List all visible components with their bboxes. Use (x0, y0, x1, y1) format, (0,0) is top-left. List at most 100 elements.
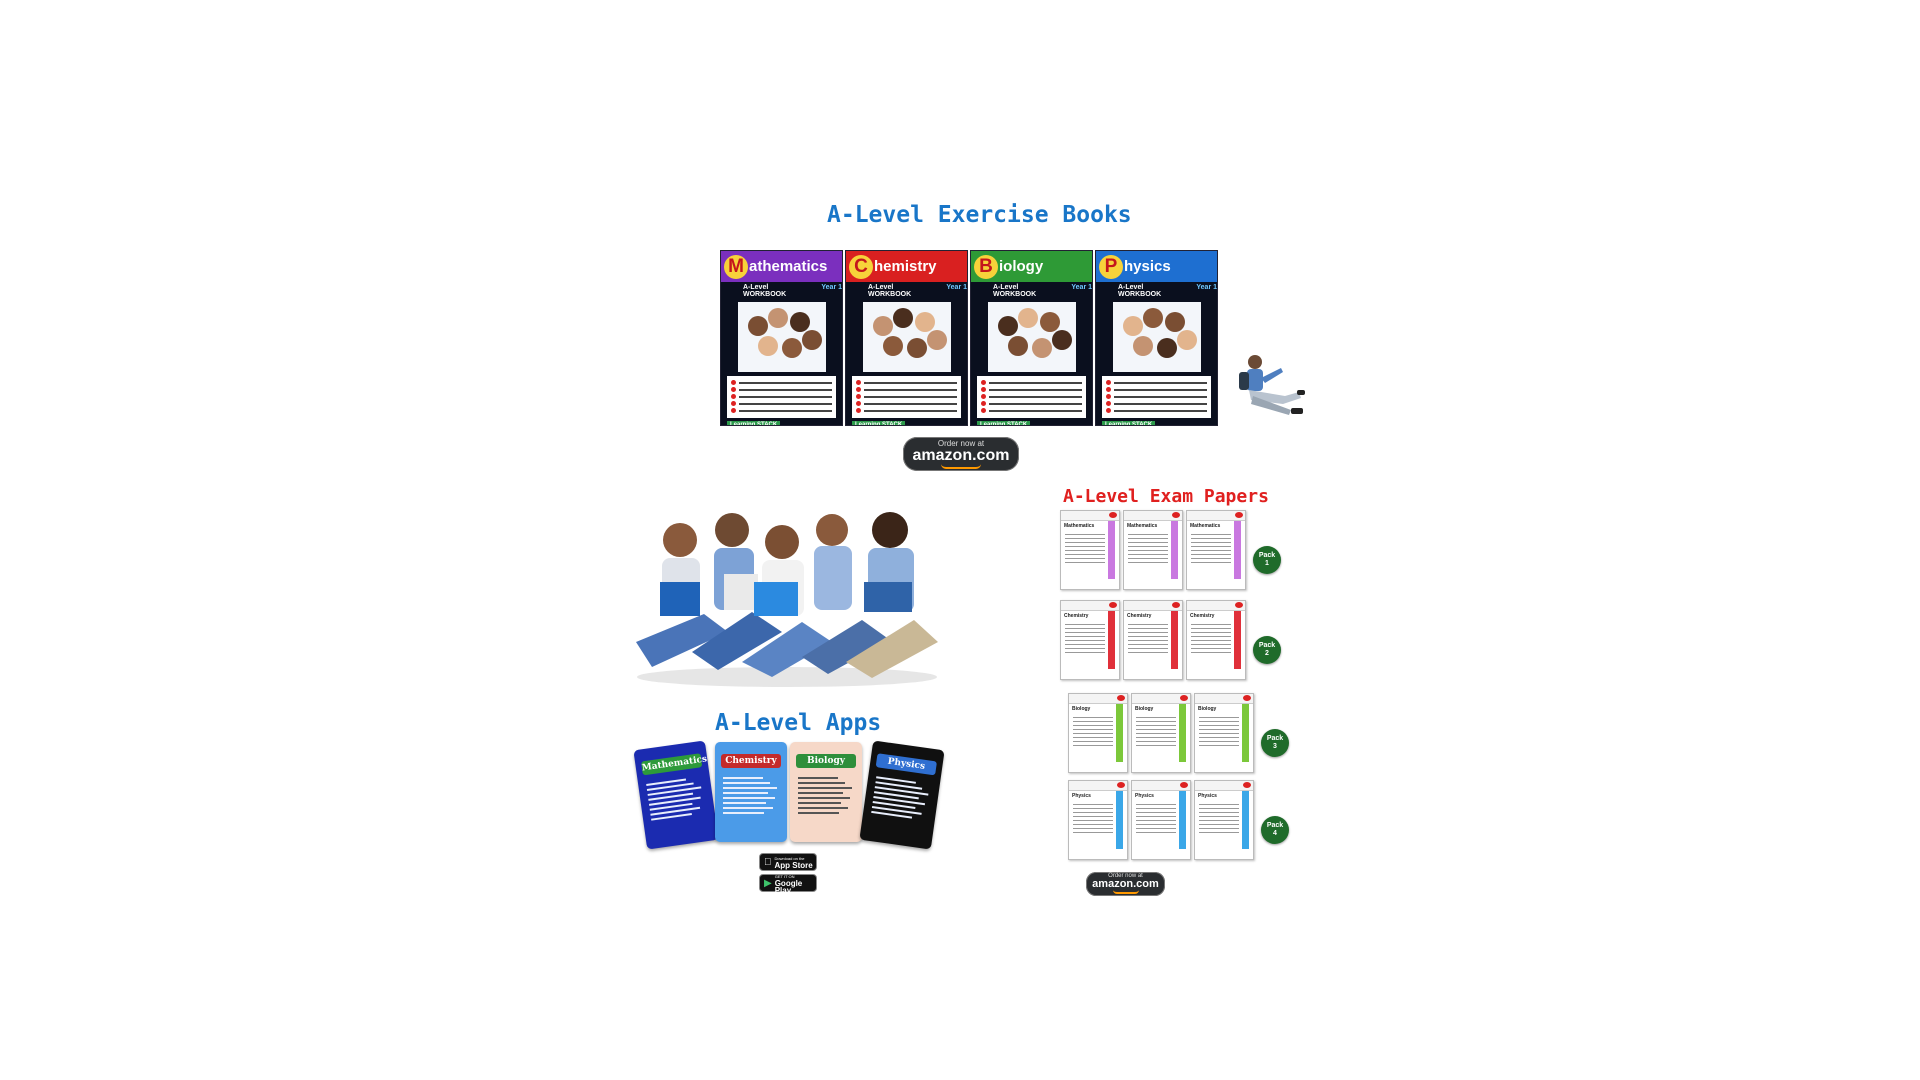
workbook-feature-list (727, 376, 836, 418)
exam-paper: Physics (1131, 780, 1191, 860)
exam-paper: Chemistry (1123, 600, 1183, 680)
bullet-icon (856, 408, 861, 413)
student-face (801, 330, 822, 350)
feature-line (864, 381, 957, 384)
workbook-subtitle: A-Level WORKBOOK Year 1 (721, 282, 842, 300)
feature-line (739, 409, 832, 412)
feature-line (739, 402, 832, 405)
paper-logo-icon (1109, 602, 1117, 608)
paper-text-line (1128, 562, 1168, 563)
bullet-icon (856, 387, 861, 392)
paper-text-line (1065, 632, 1105, 633)
paper-text-line (1128, 628, 1168, 629)
app-card[interactable]: Physics (859, 740, 945, 850)
feature-row (981, 379, 1082, 386)
paper-text-line (1065, 558, 1105, 559)
feature-row (731, 393, 832, 400)
paper-text-line (1199, 733, 1239, 734)
feature-line (864, 409, 957, 412)
student-face (914, 312, 935, 332)
exam-paper: Chemistry (1060, 600, 1120, 680)
workbook-photo (862, 302, 951, 372)
bullet-icon (981, 380, 986, 385)
amazon-smile-icon (1112, 890, 1139, 894)
exam-pack[interactable]: Physics Physics Physics Pack 4 (1068, 780, 1289, 862)
paper-logo-icon (1235, 512, 1243, 518)
google-play-button[interactable]: ▶ GET IT ON Google Play (759, 874, 817, 895)
paper-text-line (1191, 644, 1231, 645)
paper-stripe (1234, 611, 1241, 669)
paper-text-line (1136, 832, 1176, 833)
app-card-line (723, 802, 766, 804)
bullet-icon (856, 380, 861, 385)
feature-row (731, 400, 832, 407)
pack-number: 4 (1273, 830, 1277, 837)
paper-text-line (1199, 832, 1239, 833)
student-face (1031, 338, 1052, 358)
app-card[interactable]: Biology (790, 742, 862, 842)
feature-line (1114, 381, 1207, 384)
bullet-icon (856, 394, 861, 399)
student-face (1039, 312, 1060, 332)
paper-text-line (1128, 538, 1168, 539)
pack-label: Pack (1258, 552, 1276, 559)
exam-pack[interactable]: Chemistry Chemistry Chemistry Pack 2 (1060, 600, 1281, 682)
paper-text-line (1128, 636, 1168, 637)
feature-row (1106, 407, 1207, 414)
workbook-header: Physics (1096, 251, 1217, 282)
app-card[interactable]: Chemistry (715, 742, 787, 842)
paper-text-line (1191, 538, 1231, 539)
paper-text-line (1073, 816, 1113, 817)
pack-badge: Pack 2 (1253, 636, 1281, 664)
exam-pack[interactable]: Mathematics Mathematics Mathematics Pack 1 (1060, 510, 1281, 592)
paper-text-line (1073, 725, 1113, 726)
student-face (781, 338, 802, 358)
workbook-cover[interactable]: Chemistry A-Level WORKBOOK Year 1 Learning … (845, 250, 968, 426)
workbook-cover[interactable]: Physics A-Level WORKBOOK Year 1 Learning ST… (1095, 250, 1218, 426)
bullet-icon (1106, 380, 1111, 385)
workbook-header: Chemistry (846, 251, 967, 282)
pack-badge: Pack 4 (1261, 816, 1289, 844)
workbook-sub-label: A-Level WORKBOOK (743, 284, 787, 298)
app-card-line (798, 812, 839, 814)
app-store-button[interactable]:  Download on the App Store (759, 853, 817, 871)
paper-logo-icon (1117, 782, 1125, 788)
feature-row (856, 379, 957, 386)
paper-stripe (1171, 521, 1178, 579)
workbook-year: Year 1 (821, 284, 843, 291)
student-face (906, 338, 927, 358)
paper-text-line (1191, 550, 1231, 551)
workbook-photo (1112, 302, 1201, 372)
exam-paper: Physics (1194, 780, 1254, 860)
workbook-initial: C (849, 254, 873, 279)
bullet-icon (731, 401, 736, 406)
order-amazon-books-button[interactable]: Order now at amazon.com (903, 437, 1019, 471)
feature-row (856, 393, 957, 400)
order-amazon-exams-button[interactable]: Order now at amazon.com (1086, 872, 1165, 896)
paper-text-line (1065, 636, 1105, 637)
exam-pack[interactable]: Biology Biology Biology Pack 3 (1068, 693, 1289, 775)
workbook-initial: B (974, 254, 998, 279)
paper-text-line (1191, 624, 1231, 625)
workbook-cover[interactable]: Mathematics A-Level WORKBOOK Year 1 Learnin… (720, 250, 843, 426)
googleplay-text: Google Play (774, 878, 803, 895)
appstore-text: App Store (767, 861, 813, 870)
paper-text-line (1073, 808, 1113, 809)
amazon-logo-text: amazon.com (1092, 878, 1159, 890)
exam-paper: Chemistry (1186, 600, 1246, 680)
app-card[interactable]: Mathematics (633, 740, 719, 850)
workbook-cover[interactable]: Biology A-Level WORKBOOK Year 1 Learning ST… (970, 250, 1093, 426)
paper-text-line (1191, 562, 1231, 563)
app-card-title: Chemistry (721, 754, 781, 768)
app-card-line (798, 787, 852, 789)
paper-text-line (1136, 721, 1176, 722)
learning-stack-logo: Learning STACK (727, 421, 781, 425)
pack-label: Pack (1258, 642, 1276, 649)
paper-header (1061, 601, 1119, 611)
paper-stripe (1116, 791, 1123, 849)
paper-text-line (1136, 733, 1176, 734)
paper-stripe (1108, 611, 1115, 669)
paper-text-line (1199, 812, 1239, 813)
paper-text-line (1199, 737, 1239, 738)
paper-header (1187, 601, 1245, 611)
